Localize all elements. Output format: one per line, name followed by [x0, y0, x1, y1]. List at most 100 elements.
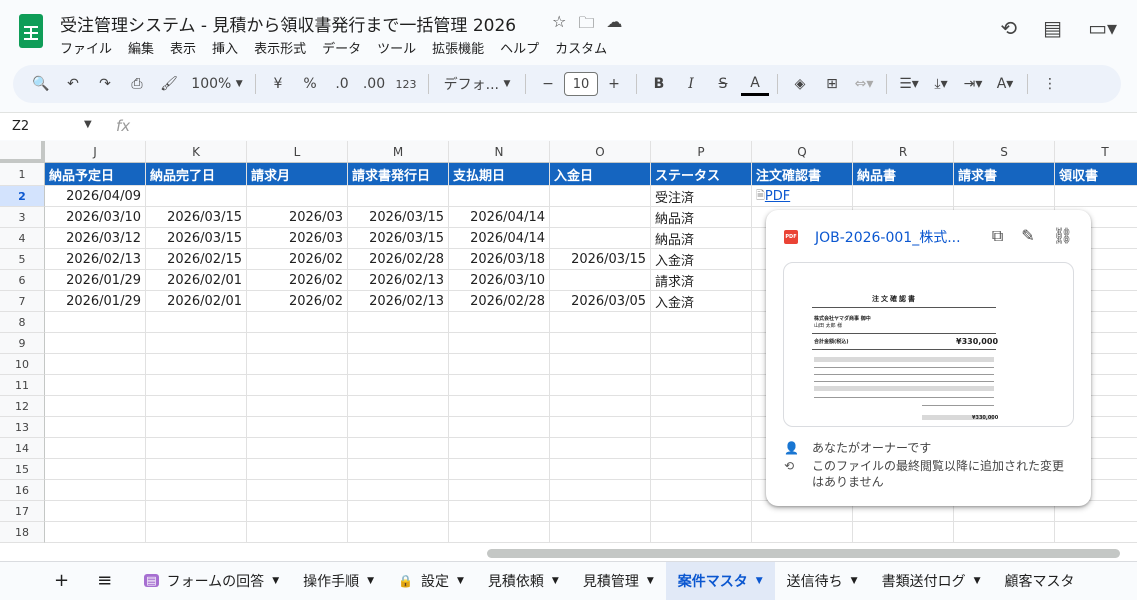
- table-cell[interactable]: 2026/03/18: [449, 249, 550, 270]
- vertical-align-icon[interactable]: ⤓▾: [927, 70, 955, 98]
- header-cell[interactable]: 納品予定日: [45, 163, 146, 186]
- menu-insert[interactable]: 挿入: [212, 38, 238, 57]
- row-header-2[interactable]: 2: [0, 186, 45, 207]
- empty-cell[interactable]: [348, 354, 449, 375]
- font-select[interactable]: デフォ... ▼: [437, 70, 517, 98]
- empty-cell[interactable]: [247, 480, 348, 501]
- empty-cell[interactable]: [146, 417, 247, 438]
- horizontal-align-icon[interactable]: ☰▾: [895, 70, 923, 98]
- header-cell[interactable]: 納品書: [853, 163, 954, 186]
- chevron-down-icon[interactable]: ▼: [552, 576, 559, 586]
- empty-cell[interactable]: [348, 396, 449, 417]
- print-icon[interactable]: ⎙: [123, 70, 151, 98]
- empty-cell[interactable]: [449, 480, 550, 501]
- copy-icon[interactable]: ⧉: [992, 226, 1003, 246]
- header-cell[interactable]: 請求書発行日: [348, 163, 449, 186]
- all-sheets-menu-icon[interactable]: ≡: [87, 562, 132, 600]
- decrease-decimal-button[interactable]: .0: [328, 70, 356, 98]
- empty-cell[interactable]: [651, 417, 752, 438]
- empty-cell[interactable]: [752, 522, 853, 543]
- empty-cell[interactable]: [550, 396, 651, 417]
- empty-cell[interactable]: [651, 312, 752, 333]
- table-cell[interactable]: 2026/02/13: [348, 270, 449, 291]
- empty-cell[interactable]: [146, 396, 247, 417]
- empty-cell[interactable]: [550, 417, 651, 438]
- empty-cell[interactable]: [45, 375, 146, 396]
- merge-cells-icon[interactable]: ⇔▾: [850, 70, 878, 98]
- empty-cell[interactable]: [146, 312, 247, 333]
- empty-cell[interactable]: [45, 459, 146, 480]
- row-header-12[interactable]: 12: [0, 396, 45, 417]
- column-header-M[interactable]: M: [348, 141, 449, 163]
- borders-icon[interactable]: ⊞: [818, 70, 846, 98]
- empty-cell[interactable]: [550, 312, 651, 333]
- table-cell[interactable]: 2026/02/28: [348, 249, 449, 270]
- file-link-title[interactable]: JOB-2026-001_株式...: [815, 227, 961, 247]
- table-cell[interactable]: [449, 186, 550, 207]
- sheet-tab[interactable]: 送信待ち ▼: [775, 562, 870, 600]
- empty-cell[interactable]: [247, 354, 348, 375]
- empty-cell[interactable]: [550, 480, 651, 501]
- empty-cell[interactable]: [651, 522, 752, 543]
- table-cell[interactable]: [853, 186, 954, 207]
- row-header-15[interactable]: 15: [0, 459, 45, 480]
- row-header-9[interactable]: 9: [0, 333, 45, 354]
- empty-cell[interactable]: [449, 396, 550, 417]
- header-cell[interactable]: 注文確認書: [752, 163, 853, 186]
- table-cell[interactable]: 2026/03/12: [45, 228, 146, 249]
- table-cell[interactable]: 2026/01/29: [45, 270, 146, 291]
- select-all-corner[interactable]: [0, 141, 45, 163]
- empty-cell[interactable]: [449, 312, 550, 333]
- table-cell[interactable]: 納品済: [651, 228, 752, 249]
- menu-data[interactable]: データ: [322, 38, 361, 57]
- empty-cell[interactable]: [550, 522, 651, 543]
- table-cell[interactable]: 2026/02/28: [449, 291, 550, 312]
- row-header-13[interactable]: 13: [0, 417, 45, 438]
- table-cell[interactable]: [247, 186, 348, 207]
- table-cell[interactable]: 2026/03/15: [146, 207, 247, 228]
- empty-cell[interactable]: [853, 522, 954, 543]
- cloud-status-icon[interactable]: ☁: [606, 12, 622, 39]
- row-header-10[interactable]: 10: [0, 354, 45, 375]
- table-cell[interactable]: 2026/01/29: [45, 291, 146, 312]
- table-cell[interactable]: 2026/02/13: [45, 249, 146, 270]
- menu-tools[interactable]: ツール: [377, 38, 416, 57]
- empty-cell[interactable]: [146, 375, 247, 396]
- table-cell[interactable]: 2026/02: [247, 291, 348, 312]
- table-cell[interactable]: 納品済: [651, 207, 752, 228]
- meet-video-icon[interactable]: ▭▾: [1088, 16, 1117, 40]
- empty-cell[interactable]: [348, 459, 449, 480]
- row-header-7[interactable]: 7: [0, 291, 45, 312]
- history-icon[interactable]: ⟲: [1000, 16, 1017, 40]
- row-header-8[interactable]: 8: [0, 312, 45, 333]
- empty-cell[interactable]: [348, 480, 449, 501]
- sheets-logo-icon[interactable]: [19, 14, 43, 48]
- header-cell[interactable]: 納品完了日: [146, 163, 247, 186]
- row-header-18[interactable]: 18: [0, 522, 45, 543]
- table-cell[interactable]: 請求済: [651, 270, 752, 291]
- table-cell[interactable]: 2026/04/14: [449, 228, 550, 249]
- empty-cell[interactable]: [146, 480, 247, 501]
- increase-font-size-button[interactable]: +: [600, 70, 628, 98]
- empty-cell[interactable]: [449, 501, 550, 522]
- empty-cell[interactable]: [449, 417, 550, 438]
- table-cell[interactable]: 2026/03/05: [550, 291, 651, 312]
- text-color-button[interactable]: A: [741, 72, 769, 96]
- row-header-3[interactable]: 3: [0, 207, 45, 228]
- menu-file[interactable]: ファイル: [60, 38, 112, 57]
- empty-cell[interactable]: [146, 438, 247, 459]
- table-cell[interactable]: 入金済: [651, 249, 752, 270]
- number-format-button[interactable]: 123: [392, 70, 420, 98]
- empty-cell[interactable]: [146, 501, 247, 522]
- empty-cell[interactable]: [348, 501, 449, 522]
- empty-cell[interactable]: [146, 333, 247, 354]
- row-header-5[interactable]: 5: [0, 249, 45, 270]
- table-cell[interactable]: 2026/03: [247, 207, 348, 228]
- table-cell[interactable]: [550, 186, 651, 207]
- increase-decimal-button[interactable]: .00: [360, 70, 388, 98]
- chevron-down-icon[interactable]: ▼: [647, 576, 654, 586]
- empty-cell[interactable]: [348, 312, 449, 333]
- row-header-6[interactable]: 6: [0, 270, 45, 291]
- table-cell[interactable]: 2026/02: [247, 270, 348, 291]
- empty-cell[interactable]: [247, 459, 348, 480]
